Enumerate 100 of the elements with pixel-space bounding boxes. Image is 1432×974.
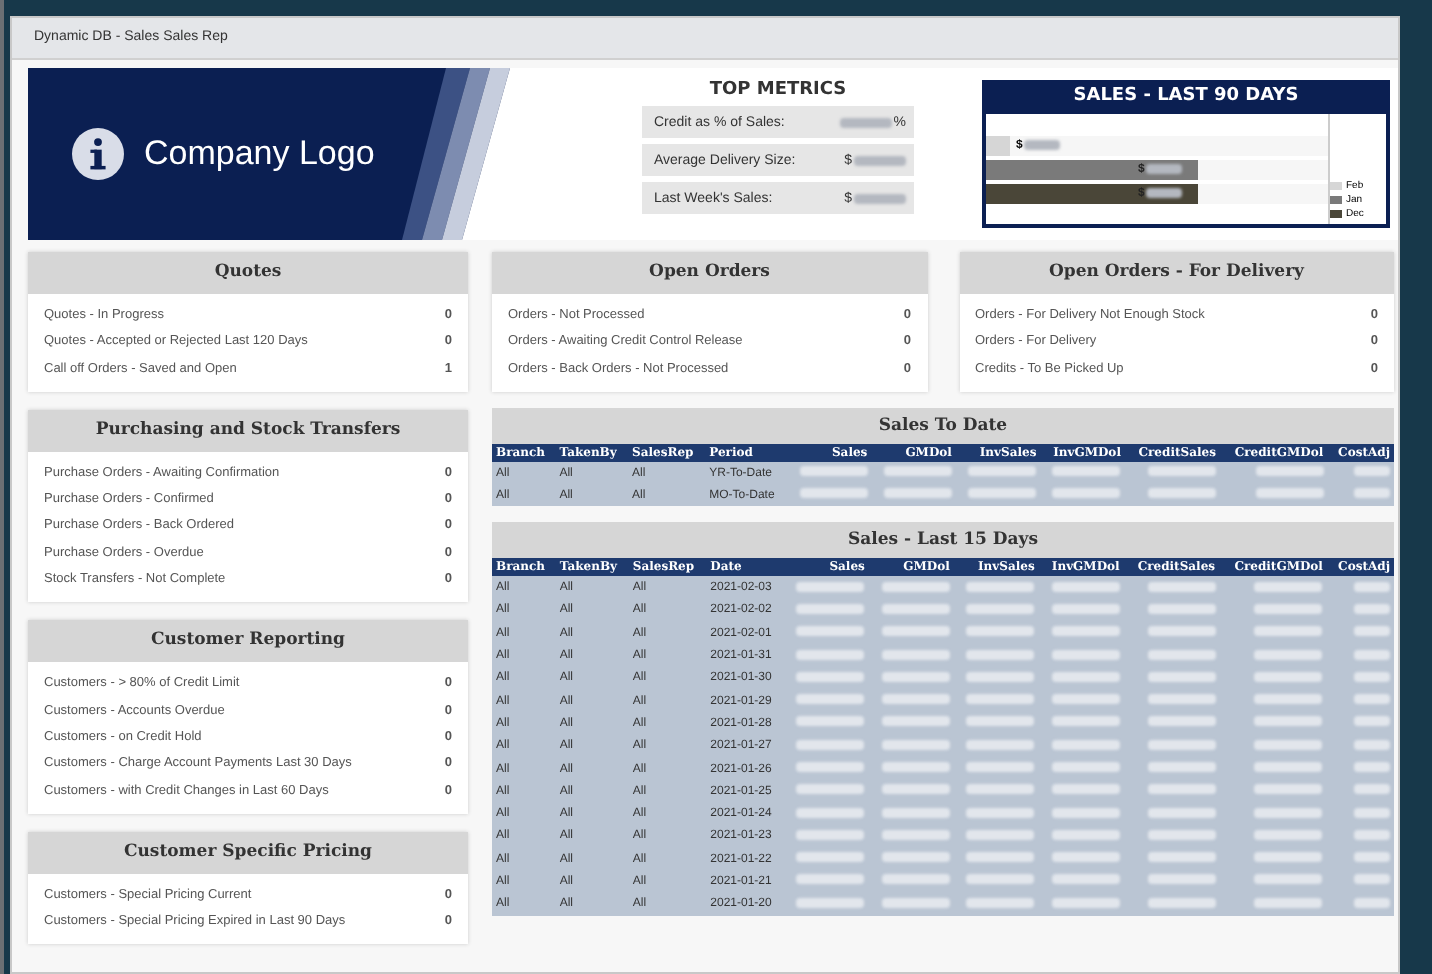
blurred-value: [796, 649, 865, 660]
blurred-value: [1254, 762, 1323, 772]
blurred-value: [1354, 466, 1390, 477]
panel-title: Open Orders - For Delivery: [959, 252, 1394, 294]
blurred-value: [881, 807, 950, 818]
blurred-value: [796, 694, 865, 705]
blurred-value: [1354, 762, 1390, 772]
blurred-value: [1052, 488, 1121, 499]
blurred-value: [1354, 874, 1390, 885]
blurred-value: [966, 829, 1035, 840]
blurred-value: [1051, 694, 1120, 705]
blurred-value: [881, 829, 950, 840]
blurred-value: [1051, 716, 1120, 727]
blurred-value: [1254, 694, 1323, 705]
blurred-value: [881, 581, 950, 592]
blurred-value: [881, 603, 950, 614]
blurred-value: [966, 874, 1035, 885]
blurred-value: [1147, 807, 1216, 818]
blurred-value: [1051, 603, 1120, 614]
panel-title: Purchasing and Stock Transfers: [28, 409, 468, 452]
blurred-value: [1051, 807, 1120, 818]
blurred-value: [796, 829, 865, 840]
blurred-value: [966, 716, 1035, 727]
blurred-value: [1147, 829, 1216, 840]
blurred-value: [966, 739, 1035, 750]
blurred-value: [966, 649, 1035, 660]
blurred-value: [1147, 716, 1216, 727]
blurred-value: [854, 155, 906, 165]
blurred-value: [1354, 694, 1390, 705]
table-title: Sales To Date: [492, 407, 1394, 444]
blurred-value: [881, 897, 950, 908]
blurred-value: [1051, 784, 1120, 795]
blurred-value: [881, 852, 950, 863]
blurred-value: [1147, 671, 1216, 682]
legend-swatch: [1330, 196, 1342, 204]
blurred-value: [1147, 581, 1216, 592]
blurred-value: [1354, 488, 1390, 499]
blurred-value: [881, 626, 950, 637]
panel-title: Customer Reporting: [28, 620, 468, 663]
info-icon: [72, 128, 124, 180]
blurred-value: [1147, 694, 1216, 705]
panel-title: Quotes: [28, 252, 468, 294]
blurred-value: [1052, 466, 1121, 477]
blurred-value: [796, 581, 865, 592]
blurred-value: [839, 117, 892, 127]
blurred-value: [1354, 807, 1390, 818]
blurred-value: [1147, 762, 1216, 772]
table-title: Sales - Last 15 Days: [492, 522, 1394, 559]
blurred-value: [1255, 488, 1324, 499]
blurred-value: [1146, 164, 1183, 174]
blurred-value: [1051, 829, 1120, 840]
blurred-value: [1254, 897, 1323, 908]
blurred-value: [1051, 739, 1120, 750]
blurred-value: [796, 603, 865, 614]
blurred-value: [1254, 852, 1323, 863]
blurred-value: [799, 488, 868, 499]
blurred-value: [1147, 852, 1216, 863]
blurred-value: [1254, 807, 1323, 818]
blurred-value: [1254, 716, 1323, 727]
blurred-value: [796, 762, 865, 772]
blurred-value: [1354, 649, 1390, 660]
blurred-value: [1051, 581, 1120, 592]
blurred-value: [1254, 581, 1323, 592]
blurred-value: [883, 466, 952, 477]
blurred-value: [1051, 897, 1120, 908]
legend-swatch: [1330, 210, 1342, 218]
blurred-value: [1254, 603, 1323, 614]
blurred-value: [881, 716, 950, 727]
blurred-value: [1051, 762, 1120, 772]
blurred-value: [1254, 784, 1323, 795]
blurred-value: [968, 466, 1037, 477]
blurred-value: [966, 852, 1035, 863]
blurred-value: [1254, 626, 1323, 637]
blurred-value: [854, 193, 906, 203]
blurred-value: [1354, 581, 1390, 592]
blurred-value: [1354, 626, 1390, 637]
blurred-value: [1147, 874, 1216, 885]
blurred-value: [881, 649, 950, 660]
blurred-value: [966, 762, 1035, 772]
blurred-value: [1254, 739, 1323, 750]
panel-title: Customer Specific Pricing: [28, 831, 468, 874]
blurred-value: [1147, 649, 1216, 660]
blurred-value: [1147, 488, 1216, 499]
blurred-value: [796, 897, 865, 908]
blurred-value: [966, 694, 1035, 705]
blurred-value: [1147, 897, 1216, 908]
blurred-value: [1254, 671, 1323, 682]
blurred-value: [966, 784, 1035, 795]
blurred-value: [1147, 626, 1216, 637]
blurred-value: [966, 671, 1035, 682]
blurred-value: [796, 739, 865, 750]
blurred-value: [881, 784, 950, 795]
blurred-value: [966, 897, 1035, 908]
blurred-value: [796, 852, 865, 863]
blurred-value: [883, 488, 952, 499]
blurred-value: [1354, 739, 1390, 750]
blurred-value: [796, 626, 865, 637]
blurred-value: [1254, 874, 1323, 885]
blurred-value: [1051, 649, 1120, 660]
blurred-value: [1051, 874, 1120, 885]
